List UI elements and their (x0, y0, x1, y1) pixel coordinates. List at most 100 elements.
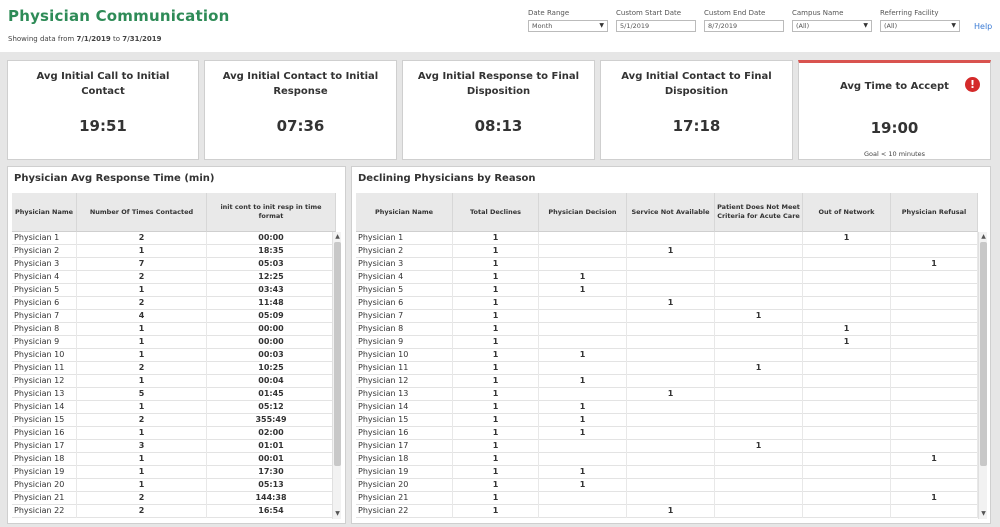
value-cell: 1 (803, 323, 891, 336)
table-row[interactable]: Physician 16 1 02:00 (12, 427, 336, 440)
table-row[interactable]: Physician 14 1 05:12 (12, 401, 336, 414)
physician-name-cell: Physician 13 (356, 388, 453, 401)
column-header[interactable]: Physician Refusal (891, 193, 978, 232)
table-row[interactable]: Physician 8 1 00:00 (12, 323, 336, 336)
table-row[interactable]: Physician 1 2 00:00 (12, 232, 336, 245)
table-row[interactable]: Physician 211 (356, 245, 978, 258)
value-cell: 1 (77, 479, 207, 492)
table-row[interactable]: Physician 21 2 144:38 (12, 492, 336, 505)
table-row[interactable]: Physician 4 2 12:25 (12, 271, 336, 284)
scroll-down-icon[interactable]: ▼ (333, 509, 342, 519)
value-cell (539, 336, 627, 349)
table-row[interactable]: Physician 19 1 1 (356, 466, 978, 479)
value-cell: 1 (539, 414, 627, 427)
response-table-scrollbar[interactable]: ▲ ▼ (332, 232, 341, 519)
table-row[interactable]: Physician 13 1 1 (356, 388, 978, 401)
date-range-select[interactable]: Month ▼ (528, 20, 608, 32)
value-cell (803, 505, 891, 518)
kpi-card-response-to-disposition: Avg Initial Response to Final Dispositio… (402, 60, 595, 160)
table-row[interactable]: Physician 9 1 00:00 (12, 336, 336, 349)
table-row[interactable]: Physician 2 1 18:35 (12, 245, 336, 258)
column-header[interactable]: Physician Name (12, 193, 77, 232)
physician-name-cell: Physician 15 (356, 414, 453, 427)
scroll-up-icon[interactable]: ▲ (979, 232, 988, 242)
value-cell (803, 388, 891, 401)
table-row[interactable]: Physician 711 (356, 310, 978, 323)
table-row[interactable]: Physician 611 (356, 297, 978, 310)
value-cell (627, 232, 715, 245)
value-cell: 1 (453, 232, 539, 245)
table-row[interactable]: Physician 18 1 1 (356, 453, 978, 466)
column-header[interactable]: Physician Decision (539, 193, 627, 232)
table-row[interactable]: Physician 17 3 01:01 (12, 440, 336, 453)
value-cell: 1 (77, 427, 207, 440)
value-cell (891, 232, 978, 245)
table-row[interactable]: Physician 3 7 05:03 (12, 258, 336, 271)
filter-custom-start-date: Custom Start Date 5/1/2019 (616, 8, 696, 32)
table-row[interactable]: Physician 20 1 1 (356, 479, 978, 492)
column-header[interactable]: Patient Does Not Meet Criteria for Acute… (715, 193, 803, 232)
column-header[interactable]: Physician Name (356, 193, 453, 232)
table-row[interactable]: Physician 16 1 1 (356, 427, 978, 440)
value-cell (539, 297, 627, 310)
physician-name-cell: Physician 3 (12, 258, 77, 271)
table-row[interactable]: Physician 11 2 10:25 (12, 362, 336, 375)
scroll-down-icon[interactable]: ▼ (979, 509, 988, 519)
column-header[interactable]: Number Of Times Contacted (77, 193, 207, 232)
value-cell (627, 440, 715, 453)
table-row[interactable]: Physician 22 1 1 (356, 505, 978, 518)
table-row[interactable]: Physician 14 1 1 (356, 401, 978, 414)
value-cell: 1 (891, 258, 978, 271)
table-row[interactable]: Physician 10 1 00:03 (12, 349, 336, 362)
table-row[interactable]: Physician 511 (356, 284, 978, 297)
table-row[interactable]: Physician 5 1 03:43 (12, 284, 336, 297)
table-row[interactable]: Physician 15 2 355:49 (12, 414, 336, 427)
table-row[interactable]: Physician 811 (356, 323, 978, 336)
table-row[interactable]: Physician 17 1 1 (356, 440, 978, 453)
page-title: Physician Communication (8, 7, 230, 25)
column-header[interactable]: init cont to init resp in time format (207, 193, 336, 232)
table-row[interactable]: Physician 111 (356, 232, 978, 245)
custom-end-date-input[interactable]: 8/7/2019 (704, 20, 784, 32)
value-cell: 1 (77, 245, 207, 258)
column-header[interactable]: Total Declines (453, 193, 539, 232)
table-row[interactable]: Physician 13 5 01:45 (12, 388, 336, 401)
custom-start-date-input[interactable]: 5/1/2019 (616, 20, 696, 32)
kpi-value: 19:51 (79, 117, 127, 135)
scroll-thumb[interactable] (980, 242, 987, 466)
table-row[interactable]: Physician 6 2 11:48 (12, 297, 336, 310)
value-cell: 05:03 (207, 258, 336, 271)
table-row[interactable]: Physician 21 1 1 (356, 492, 978, 505)
physician-name-cell: Physician 10 (12, 349, 77, 362)
value-cell: 00:04 (207, 375, 336, 388)
table-row[interactable]: Physician 311 (356, 258, 978, 271)
table-row[interactable]: Physician 10 1 1 (356, 349, 978, 362)
value-cell (539, 492, 627, 505)
table-row[interactable]: Physician 11 1 1 (356, 362, 978, 375)
table-row[interactable]: Physician 15 1 1 (356, 414, 978, 427)
table-row[interactable]: Physician 22 2 16:54 (12, 505, 336, 518)
kpi-title: Avg Initial Response to Final Dispositio… (417, 71, 580, 97)
table-row[interactable]: Physician 20 1 05:13 (12, 479, 336, 492)
referring-facility-select[interactable]: (All) ▼ (880, 20, 960, 32)
campus-name-select[interactable]: (All) ▼ (792, 20, 872, 32)
table-row[interactable]: Physician 911 (356, 336, 978, 349)
dashboard-header: Physician Communication Showing data fro… (0, 0, 1000, 52)
column-header[interactable]: Service Not Available (627, 193, 715, 232)
table-row[interactable]: Physician 12 1 00:04 (12, 375, 336, 388)
scroll-up-icon[interactable]: ▲ (333, 232, 342, 242)
decline-table-scrollbar[interactable]: ▲ ▼ (978, 232, 987, 519)
physician-name-cell: Physician 9 (356, 336, 453, 349)
column-header[interactable]: Out of Network (803, 193, 891, 232)
table-row[interactable]: Physician 7 4 05:09 (12, 310, 336, 323)
value-cell: 1 (539, 349, 627, 362)
help-link[interactable]: Help (974, 22, 992, 31)
table-row[interactable]: Physician 19 1 17:30 (12, 466, 336, 479)
table-row[interactable]: Physician 411 (356, 271, 978, 284)
scroll-thumb[interactable] (334, 242, 341, 466)
table-row[interactable]: Physician 12 1 1 (356, 375, 978, 388)
physician-name-cell: Physician 5 (356, 284, 453, 297)
alert-icon[interactable]: ! (965, 77, 980, 92)
table-row[interactable]: Physician 18 1 00:01 (12, 453, 336, 466)
date-range-subtitle: Showing data from 7/1/2019 to 7/31/2019 (8, 35, 162, 43)
